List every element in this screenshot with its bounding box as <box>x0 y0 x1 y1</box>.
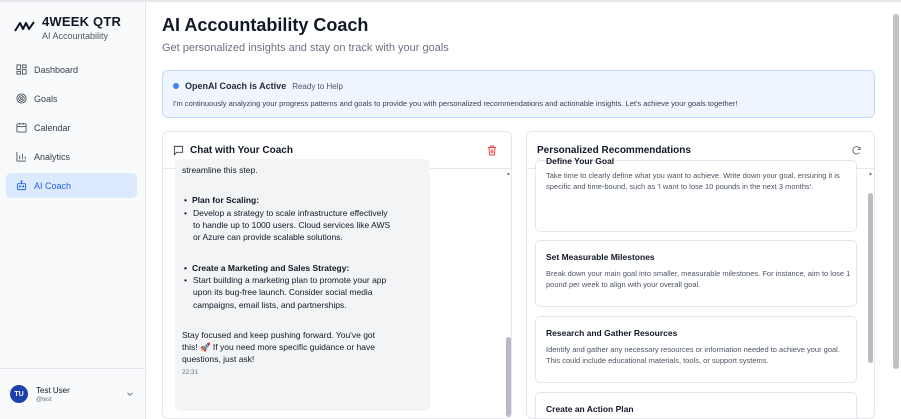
message-closing: Stay focused and keep pushing forward. Y… <box>182 329 422 366</box>
scroll-up-icon[interactable]: ▲ <box>868 171 873 177</box>
grid-icon <box>16 64 27 75</box>
message-line: Stay focused and keep pushing forward. Y… <box>182 329 376 340</box>
message-line: upon its bug-free launch. Consider socia… <box>193 287 373 298</box>
coach-status-banner: OpenAI Coach is Active Ready to Help I'm… <box>162 70 875 118</box>
brand-title: 4WEEK QTR <box>42 14 122 29</box>
recommendation-desc: Identify and gather any necessary resour… <box>546 345 840 365</box>
chat-scrollbar[interactable]: ▲ <box>506 169 511 418</box>
message-line: Develop a strategy to scale infrastructu… <box>193 207 388 218</box>
message-line: Start building a marketing plan to promo… <box>193 274 387 285</box>
message-line: to handle up to 1000 users. Cloud servic… <box>193 219 391 230</box>
page-subtitle: Get personalized insights and stay on tr… <box>162 42 449 54</box>
message-bullet: • Develop a strategy to scale infrastruc… <box>184 207 391 243</box>
user-menu[interactable]: TU Test User @test <box>0 368 146 419</box>
scrollbar-thumb[interactable] <box>893 14 899 369</box>
chat-title: Chat with Your Coach <box>190 144 293 156</box>
bar-chart-icon <box>16 151 27 162</box>
sidebar-item-label: AI Coach <box>34 180 72 191</box>
refresh-icon[interactable] <box>851 145 862 156</box>
status-dot-icon <box>173 83 179 89</box>
sidebar-nav: Dashboard Goals Calendar Analytics AI Co… <box>6 57 137 202</box>
window-scrollbar[interactable] <box>893 14 899 419</box>
sidebar-item-label: Dashboard <box>34 64 79 75</box>
calendar-icon <box>16 122 27 133</box>
message-heading: Create a Marketing and Sales Strategy: <box>184 262 422 274</box>
sidebar-item-goals[interactable]: Goals <box>6 86 137 111</box>
recommendation-title: Research and Gather Resources <box>546 328 678 338</box>
scrollbar-thumb[interactable] <box>506 337 511 417</box>
recommendation-title: Set Measurable Milestones <box>546 252 655 262</box>
recommendations-scrollbar[interactable]: ▲ <box>868 169 873 418</box>
message-line: this! 🚀 If you need more specific guidan… <box>182 342 375 353</box>
recommendation-desc: Break down your main goal into smaller, … <box>546 269 851 289</box>
recommendations-panel: Personalized Recommendations Define Your… <box>526 131 875 419</box>
scroll-up-icon[interactable]: ▲ <box>506 171 511 177</box>
message-square-icon <box>173 145 184 156</box>
message-line: or Azure can provide scalable solutions. <box>193 232 343 243</box>
avatar: TU <box>10 385 28 403</box>
sidebar-item-ai-coach[interactable]: AI Coach <box>6 173 137 198</box>
recommendations-title: Personalized Recommendations <box>537 144 691 156</box>
status-badge: Ready to Help <box>292 81 343 91</box>
message-heading: Plan for Scaling: <box>184 194 422 206</box>
recommendation-title: Define Your Goal <box>546 156 615 166</box>
chat-message-bubble: streamline this step. Plan for Scaling: … <box>175 159 430 411</box>
recommendation-card[interactable]: Create an Action Plan <box>535 392 857 418</box>
chat-panel: Chat with Your Coach streamline this ste… <box>162 131 512 419</box>
sidebar-item-label: Goals <box>34 93 58 104</box>
recommendation-card[interactable]: Research and Gather Resources Identify a… <box>535 316 857 383</box>
message-timestamp: 22:31 <box>182 368 199 376</box>
user-name: Test User <box>36 385 70 395</box>
scrollbar-thumb[interactable] <box>868 193 873 363</box>
recommendation-title: Create an Action Plan <box>546 404 634 414</box>
bot-icon <box>16 180 27 191</box>
page-title: AI Accountability Coach <box>162 15 369 35</box>
sidebar-item-dashboard[interactable]: Dashboard <box>6 57 137 82</box>
banner-title: OpenAI Coach is Active <box>185 81 287 91</box>
recommendation-card[interactable]: Define Your Goal Take time to clearly de… <box>535 156 857 232</box>
brand-subtitle: AI Accountability <box>42 31 109 41</box>
recommendation-card[interactable]: Set Measurable Milestones Break down you… <box>535 240 857 307</box>
banner-text: I'm continuously analyzing your progress… <box>173 99 738 108</box>
recommendation-desc: Take time to clearly define what you wan… <box>546 171 840 191</box>
chevron-down-icon[interactable] <box>126 390 134 398</box>
logo-icon <box>14 21 35 32</box>
sidebar-item-analytics[interactable]: Analytics <box>6 144 137 169</box>
message-bullet: • Start building a marketing plan to pro… <box>184 274 387 310</box>
message-text: streamline this step. <box>182 165 258 175</box>
message-line: questions, just ask! <box>182 354 255 365</box>
user-handle: @test <box>36 396 52 403</box>
target-icon <box>16 93 27 104</box>
brand[interactable]: 4WEEK QTR AI Accountability <box>14 14 121 41</box>
message-line: campaigns, email lists, and partnerships… <box>193 299 347 310</box>
sidebar-item-label: Calendar <box>34 122 71 133</box>
sidebar-item-calendar[interactable]: Calendar <box>6 115 137 140</box>
trash-icon[interactable] <box>487 145 497 156</box>
sidebar: 4WEEK QTR AI Accountability Dashboard Go… <box>0 2 146 419</box>
sidebar-item-label: Analytics <box>34 151 71 162</box>
